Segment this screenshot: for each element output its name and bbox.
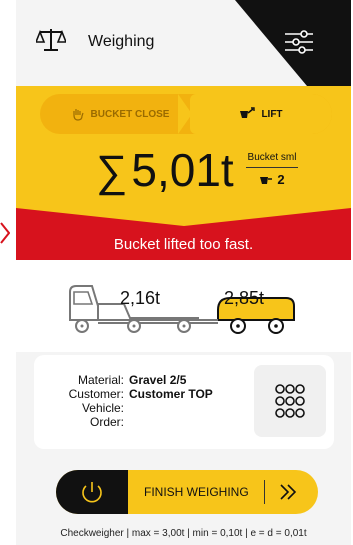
vehicle-value: [129, 401, 213, 415]
warning-message: Bucket lifted too fast.: [113, 236, 254, 253]
material-value: Gravel 2/5: [129, 373, 187, 387]
finish-weighing-button[interactable]: FINISH WEIGHING: [144, 485, 249, 499]
sliders-menu-icon[interactable]: [284, 30, 314, 54]
page-title: Weighing: [88, 33, 155, 50]
info-values: Gravel 2/5 Customer TOP: [129, 373, 213, 429]
power-button[interactable]: [56, 470, 128, 514]
weighing-screen: Weighing BUCKET CLOSE LIFT ∑ 5,01t Bucke…: [16, 0, 351, 545]
keypad-icon: [275, 384, 305, 418]
mode-toggle[interactable]: BUCKET CLOSE LIFT: [40, 94, 332, 134]
app-header: Weighing: [16, 0, 351, 86]
bucket-name: Bucket sml: [247, 152, 297, 163]
truck-weight: 2,16t: [120, 288, 161, 308]
weight-panel: BUCKET CLOSE LIFT ∑ 5,01t Bucket sml 2: [16, 86, 351, 198]
tab-bucket-close[interactable]: BUCKET CLOSE: [40, 94, 200, 134]
checkweigher-info: Checkweigher | max = 3,00t | min = 0,10t…: [60, 528, 307, 539]
tab-lift-label: LIFT: [261, 108, 283, 120]
vehicle-label: Vehicle:: [81, 401, 124, 415]
material-label: Material:: [77, 373, 124, 387]
hand-icon: [72, 109, 84, 121]
bucket-count-row: 2: [242, 172, 302, 187]
tab-bucket-close-label: BUCKET CLOSE: [90, 108, 170, 120]
total-weight-value: 5,01t: [131, 144, 234, 196]
bucket-divider: [246, 167, 298, 168]
order-label: Order:: [89, 415, 124, 429]
finish-divider: [264, 480, 265, 504]
customer-value: Customer TOP: [129, 387, 213, 401]
vehicle-diagram: 2,16t 2,85t: [16, 260, 351, 352]
trailer-weight: 2,85t: [224, 288, 265, 308]
power-icon: [82, 482, 102, 503]
double-chevron-right-icon[interactable]: [278, 483, 298, 501]
sigma-symbol: ∑: [96, 147, 128, 196]
bucket-info: Bucket sml 2: [242, 152, 302, 187]
finish-weighing-bar: FINISH WEIGHING: [56, 470, 318, 514]
chevron-right-icon[interactable]: [0, 222, 10, 244]
total-weight: ∑ 5,01t: [96, 144, 234, 196]
customer-label: Customer:: [68, 387, 124, 401]
scale-icon: [36, 29, 66, 51]
bucket-lift-icon: [240, 107, 256, 118]
bucket-icon: [260, 176, 273, 184]
bucket-count: 2: [277, 172, 285, 187]
tab-lift[interactable]: LIFT: [190, 94, 332, 134]
order-value: [129, 415, 213, 429]
keypad-button[interactable]: [254, 365, 326, 437]
info-labels: Material: Customer: Vehicle: Order:: [34, 373, 124, 429]
warning-banner: Bucket lifted too fast.: [16, 198, 351, 260]
load-info-card[interactable]: Material: Customer: Vehicle: Order: Grav…: [34, 355, 334, 449]
